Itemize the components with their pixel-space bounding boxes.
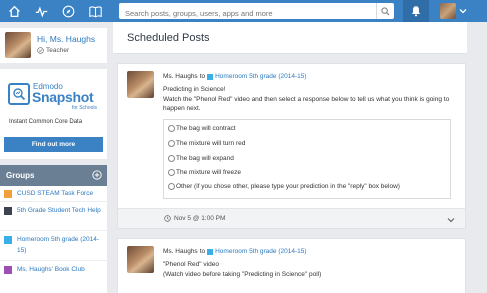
group-label: CUSD STEAM Task Force	[17, 190, 94, 197]
post-body: "Phenol Red" video (Watch video before t…	[163, 260, 453, 279]
author-avatar[interactable]	[127, 71, 154, 98]
poll-option[interactable]: The mixture will freeze	[168, 169, 241, 176]
home-icon[interactable]	[6, 3, 22, 19]
post-line: (Watch video before taking "Predicting i…	[163, 270, 322, 278]
group-item[interactable]: CUSD STEAM Task Force	[0, 186, 107, 202]
poll-option-label: The mixture will freeze	[176, 169, 242, 176]
author-avatar[interactable]	[127, 246, 154, 273]
poll-option[interactable]: The bag will contract	[168, 125, 236, 132]
ad-subtitle: for Schools	[72, 105, 98, 111]
profile-role: Teacher	[37, 47, 69, 54]
scheduled-post: Ms. Haughs to Homeroom 5th grade (2014-1…	[117, 63, 466, 229]
group-item[interactable]: Ms. Haughs' Book Club	[0, 261, 107, 281]
profile-avatar[interactable]	[5, 32, 31, 58]
ad-product: Snapshot	[32, 89, 94, 105]
group-icon	[207, 248, 214, 255]
post-body: Predicting in Science! Watch the "Phenol…	[163, 85, 453, 114]
post-group-link[interactable]: Homeroom 5th grade (2014-15)	[215, 73, 306, 80]
post-line: Predicting in Science!	[163, 86, 226, 93]
profile-role-label: Teacher	[46, 47, 70, 54]
top-navigation-bar	[0, 0, 487, 22]
group-color-swatch	[4, 190, 12, 198]
chevron-down-icon[interactable]	[459, 8, 467, 14]
poll-option[interactable]: The mixture will turn red	[168, 140, 245, 147]
groups-panel: Groups CUSD STEAM Task Force 5th Grade S…	[0, 165, 107, 293]
post-author[interactable]: Ms. Haughs	[163, 73, 198, 80]
groups-header: Groups	[0, 165, 107, 186]
chevron-down-icon[interactable]	[447, 217, 455, 223]
user-avatar[interactable]	[440, 3, 456, 19]
groups-title: Groups	[6, 171, 35, 180]
group-color-swatch	[4, 266, 12, 274]
bell-icon	[411, 6, 421, 17]
group-icon	[207, 73, 214, 80]
group-label: Homeroom 5th grade (2014-15)	[17, 236, 100, 254]
post-footer: Nov 5 @ 1:00 PM	[118, 208, 465, 228]
activity-icon[interactable]	[33, 3, 49, 19]
profile-card: Hi, Ms. Haughs Teacher	[0, 28, 107, 63]
snapshot-logo-icon	[8, 83, 30, 105]
group-label: Ms. Haughs' Book Club	[17, 266, 85, 273]
scheduled-post: Ms. Haughs to Homeroom 5th grade (2014-1…	[117, 238, 466, 293]
poll-option-label: The bag will contract	[176, 125, 236, 132]
clock-icon	[164, 215, 171, 222]
post-to: to	[199, 73, 206, 80]
page-title: Scheduled Posts	[127, 32, 210, 44]
poll-option-label: The bag will expand	[176, 155, 234, 162]
search-input[interactable]	[119, 5, 369, 22]
group-color-swatch	[4, 236, 12, 244]
notifications-button[interactable]	[403, 0, 429, 22]
poll-option[interactable]: The bag will expand	[168, 155, 234, 162]
post-group-link[interactable]: Homeroom 5th grade (2014-15)	[215, 248, 306, 255]
post-to: to	[199, 248, 206, 255]
poll-option[interactable]: Other (if you chose other, please type y…	[168, 183, 400, 190]
radio-button[interactable]	[168, 183, 175, 190]
post-line: "Phenol Red" video	[163, 261, 219, 268]
post-schedule: Nov 5 @ 1:00 PM	[164, 215, 225, 222]
main-header: Scheduled Posts	[113, 22, 467, 54]
post-meta: Ms. Haughs to Homeroom 5th grade (2014-1…	[163, 73, 307, 80]
group-item[interactable]: 5th Grade Student Tech Help	[0, 202, 107, 231]
add-group-icon[interactable]	[92, 170, 102, 180]
group-label: 5th Grade Student Tech Help	[17, 207, 101, 214]
post-line: Watch the "Phenol Red" video and then se…	[163, 95, 450, 113]
scrollbar[interactable]	[474, 22, 487, 293]
discover-icon[interactable]	[60, 3, 76, 19]
radio-button[interactable]	[168, 169, 175, 176]
search-icon	[381, 6, 390, 16]
poll-option-label: Other (if you chose other, please type y…	[176, 183, 400, 190]
profile-greeting[interactable]: Hi, Ms. Haughs	[37, 34, 95, 44]
find-out-more-button[interactable]: Find out more	[4, 137, 103, 152]
poll-option-label: The mixture will turn red	[176, 140, 246, 147]
post-meta: Ms. Haughs to Homeroom 5th grade (2014-1…	[163, 248, 307, 255]
radio-button[interactable]	[168, 155, 175, 162]
snapshot-ad: Edmodo Snapshot for Schools Instant Comm…	[0, 69, 107, 159]
ad-tagline: Instant Common Core Data	[9, 119, 83, 125]
group-color-swatch	[4, 207, 12, 215]
radio-button[interactable]	[168, 125, 175, 132]
search-box	[119, 3, 394, 22]
check-circle-icon	[37, 47, 44, 54]
post-author[interactable]: Ms. Haughs	[163, 248, 198, 255]
search-button[interactable]	[376, 3, 394, 19]
library-icon[interactable]	[87, 3, 103, 19]
radio-button[interactable]	[168, 140, 175, 147]
poll: The bag will contract The mixture will t…	[163, 119, 451, 199]
post-date: Nov 5 @ 1:00 PM	[174, 215, 226, 222]
group-item[interactable]: Homeroom 5th grade (2014-15)	[0, 231, 107, 261]
